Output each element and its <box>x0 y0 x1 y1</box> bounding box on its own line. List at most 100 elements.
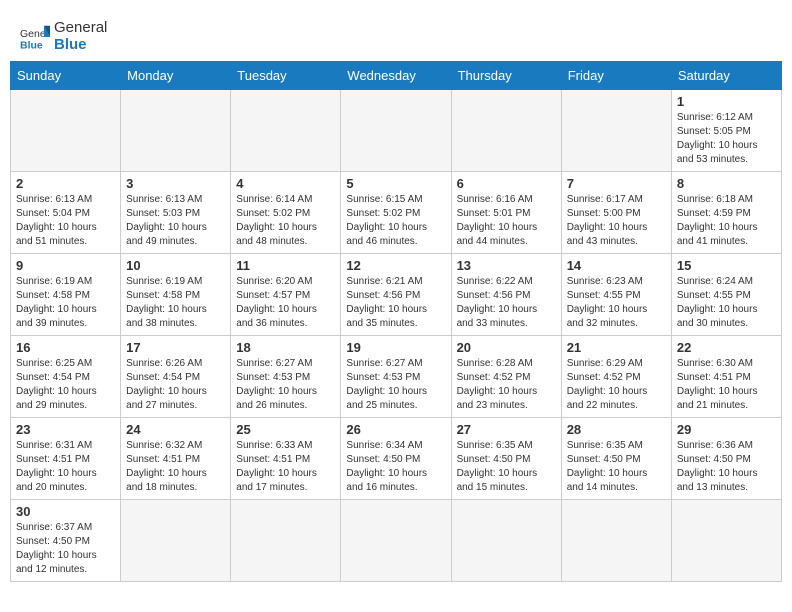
day-number: 15 <box>677 258 776 273</box>
day-info: Sunrise: 6:31 AM Sunset: 4:51 PM Dayligh… <box>16 439 115 495</box>
day-info: Sunrise: 6:29 AM Sunset: 4:52 PM Dayligh… <box>567 357 666 413</box>
day-info: Sunrise: 6:23 AM Sunset: 4:55 PM Dayligh… <box>567 275 666 331</box>
calendar-week-row: 23Sunrise: 6:31 AM Sunset: 4:51 PM Dayli… <box>11 418 782 500</box>
calendar-day-cell <box>341 90 451 172</box>
day-info: Sunrise: 6:35 AM Sunset: 4:50 PM Dayligh… <box>457 439 556 495</box>
day-number: 3 <box>126 176 225 191</box>
calendar-day-cell: 27 Sunrise: 6:35 AM Sunset: 4:50 PM Dayli… <box>451 418 561 500</box>
calendar-week-row: 2 Sunrise: 6:13 AM Sunset: 5:04 PM Daylig… <box>11 172 782 254</box>
calendar-day-cell: 30 Sunrise: 6:37 AM Sunset: 4:50 PM Dayli… <box>11 500 121 582</box>
calendar-day-cell: 1 Sunrise: 6:12 AM Sunset: 5:05 PM Daylig… <box>671 90 781 172</box>
day-info: Sunrise: 6:35 AM Sunset: 4:50 PM Dayligh… <box>567 439 666 495</box>
calendar-day-cell: 14Sunrise: 6:23 AM Sunset: 4:55 PM Dayli… <box>561 254 671 336</box>
logo: General Blue General Blue <box>20 20 107 53</box>
calendar-week-row: 16 Sunrise: 6:25 AM Sunset: 4:54 PM Dayli… <box>11 336 782 418</box>
day-number: 2 <box>16 176 115 191</box>
calendar-day-cell <box>451 90 561 172</box>
day-number: 27 <box>457 422 556 437</box>
day-of-week-header: Monday <box>121 62 231 90</box>
day-of-week-header: Tuesday <box>231 62 341 90</box>
day-info: Sunrise: 6:13 AM Sunset: 5:03 PM Dayligh… <box>126 193 225 249</box>
day-number: 22 <box>677 340 776 355</box>
calendar-day-cell: 26 Sunrise: 6:34 AM Sunset: 4:50 PM Dayli… <box>341 418 451 500</box>
calendar-day-cell: 17Sunrise: 6:26 AM Sunset: 4:54 PM Dayli… <box>121 336 231 418</box>
day-number: 4 <box>236 176 335 191</box>
day-of-week-header: Thursday <box>451 62 561 90</box>
calendar-day-cell: 11Sunrise: 6:20 AM Sunset: 4:57 PM Dayli… <box>231 254 341 336</box>
day-number: 16 <box>16 340 115 355</box>
calendar-table: SundayMondayTuesdayWednesdayThursdayFrid… <box>10 61 782 582</box>
day-number: 28 <box>567 422 666 437</box>
day-number: 19 <box>346 340 445 355</box>
day-info: Sunrise: 6:18 AM Sunset: 4:59 PM Dayligh… <box>677 193 776 249</box>
day-info: Sunrise: 6:28 AM Sunset: 4:52 PM Dayligh… <box>457 357 556 413</box>
calendar-day-cell <box>561 500 671 582</box>
day-number: 24 <box>126 422 225 437</box>
calendar-week-row: 1 Sunrise: 6:12 AM Sunset: 5:05 PM Daylig… <box>11 90 782 172</box>
calendar-week-row: 9Sunrise: 6:19 AM Sunset: 4:58 PM Daylig… <box>11 254 782 336</box>
calendar-day-cell: 12Sunrise: 6:21 AM Sunset: 4:56 PM Dayli… <box>341 254 451 336</box>
day-number: 12 <box>346 258 445 273</box>
page-header: General Blue General Blue <box>10 10 782 61</box>
calendar-day-cell: 20 Sunrise: 6:28 AM Sunset: 4:52 PM Dayli… <box>451 336 561 418</box>
calendar-day-cell <box>561 90 671 172</box>
day-info: Sunrise: 6:19 AM Sunset: 4:58 PM Dayligh… <box>126 275 225 331</box>
calendar-day-cell: 7 Sunrise: 6:17 AM Sunset: 5:00 PM Daylig… <box>561 172 671 254</box>
day-info: Sunrise: 6:37 AM Sunset: 4:50 PM Dayligh… <box>16 521 115 577</box>
day-of-week-header: Saturday <box>671 62 781 90</box>
day-number: 20 <box>457 340 556 355</box>
calendar-day-cell: 15 Sunrise: 6:24 AM Sunset: 4:55 PM Dayli… <box>671 254 781 336</box>
day-number: 26 <box>346 422 445 437</box>
calendar-day-cell: 24 Sunrise: 6:32 AM Sunset: 4:51 PM Dayli… <box>121 418 231 500</box>
calendar-day-cell: 22 Sunrise: 6:30 AM Sunset: 4:51 PM Dayli… <box>671 336 781 418</box>
day-info: Sunrise: 6:27 AM Sunset: 4:53 PM Dayligh… <box>236 357 335 413</box>
calendar-header-row: SundayMondayTuesdayWednesdayThursdayFrid… <box>11 62 782 90</box>
day-info: Sunrise: 6:17 AM Sunset: 5:00 PM Dayligh… <box>567 193 666 249</box>
day-info: Sunrise: 6:22 AM Sunset: 4:56 PM Dayligh… <box>457 275 556 331</box>
logo-icon: General Blue <box>20 22 50 52</box>
logo-general-text: General <box>54 20 107 37</box>
calendar-day-cell <box>341 500 451 582</box>
calendar-day-cell: 16 Sunrise: 6:25 AM Sunset: 4:54 PM Dayli… <box>11 336 121 418</box>
calendar-day-cell: 19Sunrise: 6:27 AM Sunset: 4:53 PM Dayli… <box>341 336 451 418</box>
calendar-day-cell: 2 Sunrise: 6:13 AM Sunset: 5:04 PM Daylig… <box>11 172 121 254</box>
day-of-week-header: Friday <box>561 62 671 90</box>
day-info: Sunrise: 6:32 AM Sunset: 4:51 PM Dayligh… <box>126 439 225 495</box>
calendar-day-cell: 13 Sunrise: 6:22 AM Sunset: 4:56 PM Dayli… <box>451 254 561 336</box>
day-info: Sunrise: 6:34 AM Sunset: 4:50 PM Dayligh… <box>346 439 445 495</box>
calendar-day-cell <box>231 500 341 582</box>
calendar-day-cell: 8 Sunrise: 6:18 AM Sunset: 4:59 PM Daylig… <box>671 172 781 254</box>
logo-blue-text: Blue <box>54 37 107 54</box>
calendar-day-cell: 29 Sunrise: 6:36 AM Sunset: 4:50 PM Dayli… <box>671 418 781 500</box>
day-number: 8 <box>677 176 776 191</box>
calendar-day-cell: 18 Sunrise: 6:27 AM Sunset: 4:53 PM Dayli… <box>231 336 341 418</box>
calendar-day-cell: 28 Sunrise: 6:35 AM Sunset: 4:50 PM Dayli… <box>561 418 671 500</box>
day-info: Sunrise: 6:15 AM Sunset: 5:02 PM Dayligh… <box>346 193 445 249</box>
day-info: Sunrise: 6:19 AM Sunset: 4:58 PM Dayligh… <box>16 275 115 331</box>
calendar-week-row: 30 Sunrise: 6:37 AM Sunset: 4:50 PM Dayli… <box>11 500 782 582</box>
day-info: Sunrise: 6:14 AM Sunset: 5:02 PM Dayligh… <box>236 193 335 249</box>
day-info: Sunrise: 6:12 AM Sunset: 5:05 PM Dayligh… <box>677 111 776 167</box>
day-number: 30 <box>16 504 115 519</box>
day-info: Sunrise: 6:36 AM Sunset: 4:50 PM Dayligh… <box>677 439 776 495</box>
day-number: 18 <box>236 340 335 355</box>
day-number: 5 <box>346 176 445 191</box>
calendar-day-cell: 21Sunrise: 6:29 AM Sunset: 4:52 PM Dayli… <box>561 336 671 418</box>
day-number: 29 <box>677 422 776 437</box>
day-number: 13 <box>457 258 556 273</box>
day-number: 1 <box>677 94 776 109</box>
day-info: Sunrise: 6:13 AM Sunset: 5:04 PM Dayligh… <box>16 193 115 249</box>
day-info: Sunrise: 6:30 AM Sunset: 4:51 PM Dayligh… <box>677 357 776 413</box>
day-number: 17 <box>126 340 225 355</box>
calendar-day-cell: 5 Sunrise: 6:15 AM Sunset: 5:02 PM Daylig… <box>341 172 451 254</box>
calendar-day-cell: 23Sunrise: 6:31 AM Sunset: 4:51 PM Dayli… <box>11 418 121 500</box>
day-of-week-header: Sunday <box>11 62 121 90</box>
day-info: Sunrise: 6:24 AM Sunset: 4:55 PM Dayligh… <box>677 275 776 331</box>
day-info: Sunrise: 6:25 AM Sunset: 4:54 PM Dayligh… <box>16 357 115 413</box>
calendar-day-cell: 3 Sunrise: 6:13 AM Sunset: 5:03 PM Daylig… <box>121 172 231 254</box>
day-number: 6 <box>457 176 556 191</box>
day-number: 7 <box>567 176 666 191</box>
calendar-day-cell <box>11 90 121 172</box>
calendar-day-cell: 9Sunrise: 6:19 AM Sunset: 4:58 PM Daylig… <box>11 254 121 336</box>
calendar-day-cell <box>451 500 561 582</box>
